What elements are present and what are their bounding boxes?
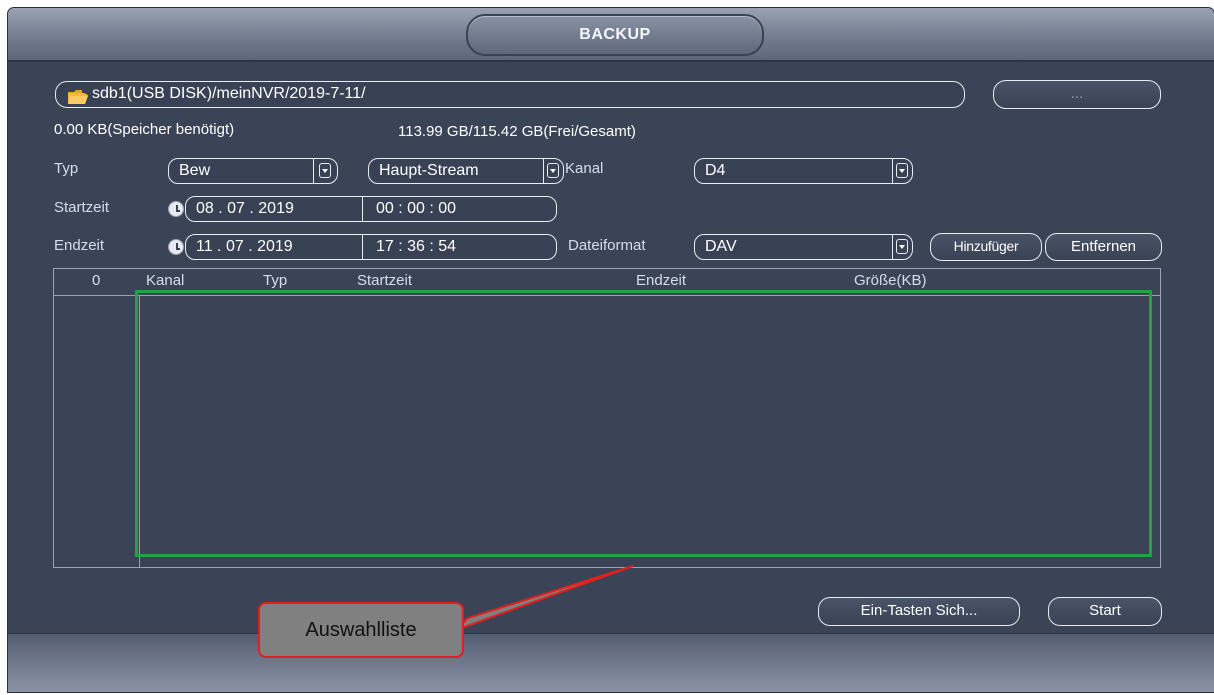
column-header-start-time[interactable]: Startzeit bbox=[357, 272, 412, 289]
column-header-channel[interactable]: Kanal bbox=[146, 272, 184, 289]
storage-free-total: 113.99 GB/115.42 GB(Frei/Gesamt) bbox=[398, 123, 636, 140]
path-field[interactable]: sdb1(USB DISK)/meinNVR/2019-7-11/ bbox=[55, 81, 965, 108]
chevron-down-icon bbox=[319, 163, 331, 178]
end-time-label: Endzeit bbox=[54, 237, 105, 254]
end-date[interactable]: 11 . 07 . 2019 bbox=[196, 235, 293, 258]
clock-icon bbox=[168, 201, 184, 217]
end-time[interactable]: 17 : 36 : 54 bbox=[376, 235, 456, 258]
remove-button[interactable]: Entfernen bbox=[1045, 233, 1162, 261]
browse-button[interactable]: ... bbox=[993, 80, 1161, 109]
add-button[interactable]: Hinzufüger bbox=[930, 233, 1042, 261]
selection-list-highlight bbox=[135, 290, 1152, 557]
column-header-end-time[interactable]: Endzeit bbox=[636, 272, 686, 289]
folder-icon bbox=[68, 88, 88, 104]
channel-select[interactable]: D4 bbox=[694, 158, 913, 184]
end-datetime-field[interactable]: 11 . 07 . 2019 17 : 36 : 54 bbox=[185, 234, 557, 260]
column-header-type[interactable]: Typ bbox=[263, 272, 287, 289]
stream-value: Haupt-Stream bbox=[379, 162, 479, 179]
column-header-size[interactable]: Größe(KB) bbox=[854, 272, 927, 289]
start-time[interactable]: 00 : 00 : 00 bbox=[376, 197, 456, 220]
file-format-value: DAV bbox=[705, 238, 737, 255]
window-title: BACKUP bbox=[466, 14, 764, 56]
start-datetime-field[interactable]: 08 . 07 . 2019 00 : 00 : 00 bbox=[185, 196, 557, 222]
channel-value: D4 bbox=[705, 162, 726, 179]
chevron-down-icon bbox=[547, 163, 559, 178]
chevron-down-icon bbox=[896, 239, 908, 254]
callout-label: Auswahlliste bbox=[258, 602, 464, 658]
column-header-index[interactable]: 0 bbox=[92, 272, 100, 289]
channel-label: Kanal bbox=[565, 160, 604, 177]
index-column bbox=[54, 269, 140, 567]
bottom-bar bbox=[8, 633, 1214, 692]
clock-icon bbox=[168, 239, 184, 255]
stream-select[interactable]: Haupt-Stream bbox=[368, 158, 564, 184]
type-select[interactable]: Bew bbox=[168, 158, 338, 184]
storage-required: 0.00 KB(Speicher benötigt) bbox=[54, 121, 235, 138]
start-time-label: Startzeit bbox=[54, 199, 110, 216]
start-date[interactable]: 08 . 07 . 2019 bbox=[196, 197, 294, 220]
file-format-select[interactable]: DAV bbox=[694, 234, 913, 260]
start-button[interactable]: Start bbox=[1048, 597, 1162, 626]
title-bar: BACKUP bbox=[8, 8, 1214, 62]
chevron-down-icon bbox=[896, 163, 908, 178]
file-format-label: Dateiformat bbox=[568, 237, 646, 254]
one-key-backup-button[interactable]: Ein-Tasten Sich... bbox=[818, 597, 1020, 626]
type-label: Typ bbox=[54, 160, 79, 177]
type-value: Bew bbox=[179, 162, 211, 179]
path-text: sdb1(USB DISK)/meinNVR/2019-7-11/ bbox=[92, 85, 366, 102]
